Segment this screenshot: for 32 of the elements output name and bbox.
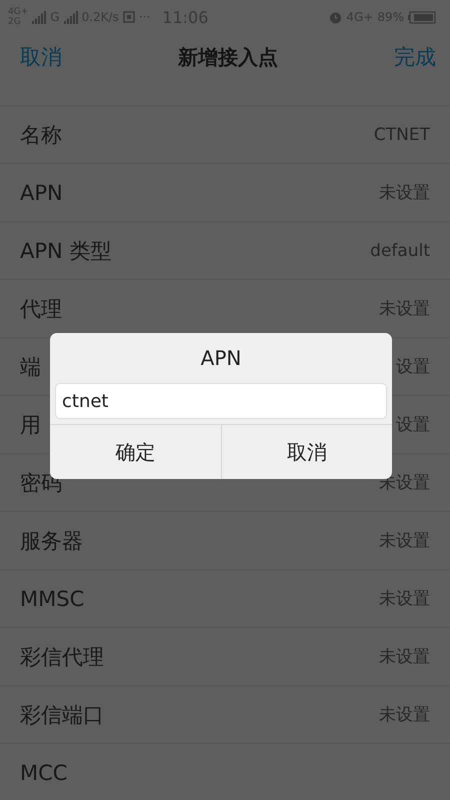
field-label: APN [20,180,63,204]
dialog-title: APN [200,345,242,372]
more-indicator: ··· [138,10,150,24]
field-label: MCC [20,760,68,784]
field-value: 设置 [396,356,430,378]
page-title: 新增接入点 [178,44,278,70]
field-value: default [370,240,430,260]
field-value: 未设置 [379,298,430,320]
field-label: MMSC [20,586,84,610]
signal-icon [64,10,78,24]
field-value: 未设置 [379,182,430,204]
alarm-clock-icon [329,10,342,24]
field-value: CTNET [374,124,430,144]
field-value: 未设置 [379,704,430,726]
field-label: 名称 [20,122,62,148]
field-label: 服务器 [20,528,83,554]
field-value: 未设置 [379,530,430,552]
field-value: 未设置 [379,646,430,668]
field-label: APN 类型 [20,238,112,264]
field-label: 用 [20,412,41,438]
input-field[interactable]: ctnet [55,383,387,419]
field-value: 未设置 [379,588,430,610]
field-label: 端 [20,354,41,380]
cancel-button[interactable]: 取消 [220,425,392,479]
field-label: 代理 [20,296,62,322]
field-value: 设置 [396,414,430,436]
signal-icon [32,10,46,24]
battery-icon [408,10,436,24]
confirm-button[interactable]: 确定 [50,425,220,479]
sim-card-icon [122,11,135,23]
field-label: 彩信端口 [20,702,104,728]
field-label: 彩信代理 [20,644,104,670]
